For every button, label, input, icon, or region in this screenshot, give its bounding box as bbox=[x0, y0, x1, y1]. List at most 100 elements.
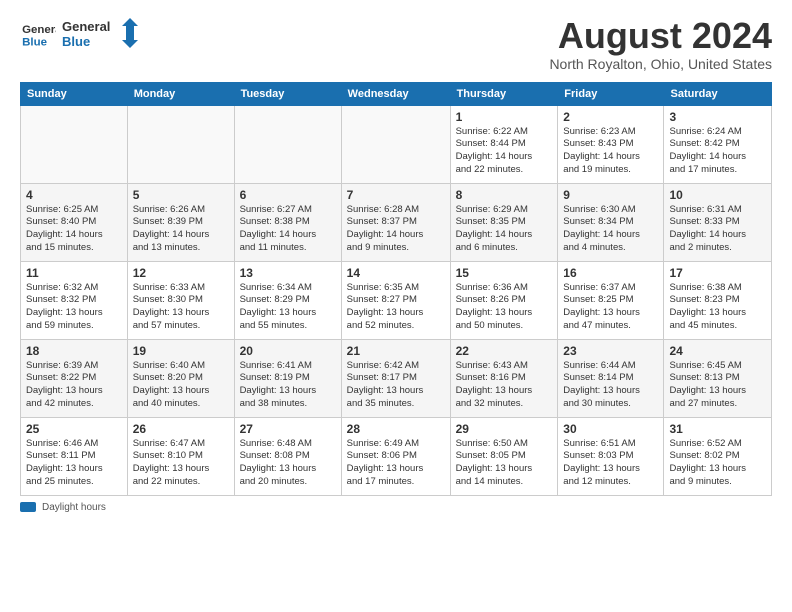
day-number: 24 bbox=[669, 344, 766, 358]
calendar-header: SundayMondayTuesdayWednesdayThursdayFrid… bbox=[21, 82, 772, 105]
calendar-cell: 11Sunrise: 6:32 AM Sunset: 8:32 PM Dayli… bbox=[21, 261, 128, 339]
calendar-cell: 19 Sunrise: 6:40 AM Sunset: 8:20 PM Dayli… bbox=[127, 339, 234, 417]
calendar-cell: 17 Sunrise: 6:38 AM Sunset: 8:23 PM Dayli… bbox=[664, 261, 772, 339]
day-info: Sunrise: 6:46 AM Sunset: 8:11 PM Dayligh… bbox=[26, 438, 122, 489]
week-row-5: 25 Sunrise: 6:46 AM Sunset: 8:11 PM Dayli… bbox=[21, 417, 772, 495]
day-info: Sunrise: 6:38 AM Sunset: 8:23 PM Dayligh… bbox=[669, 282, 766, 333]
general-blue-logo: General Blue bbox=[62, 16, 142, 52]
day-info: Sunrise: 6:52 AM Sunset: 8:02 PM Dayligh… bbox=[669, 438, 766, 489]
day-info: Sunrise: 6:34 AM Sunset: 8:29 PM Dayligh… bbox=[240, 282, 336, 333]
title-section: August 2024 North Royalton, Ohio, United… bbox=[549, 16, 772, 72]
calendar-cell: 20Sunrise: 6:41 AM Sunset: 8:19 PM Dayli… bbox=[234, 339, 341, 417]
day-number: 11 bbox=[26, 266, 122, 280]
day-number: 6 bbox=[240, 188, 336, 202]
day-number: 23 bbox=[563, 344, 658, 358]
day-number: 31 bbox=[669, 422, 766, 436]
calendar-cell bbox=[234, 105, 341, 183]
calendar-cell bbox=[341, 105, 450, 183]
day-number: 8 bbox=[456, 188, 553, 202]
day-number: 4 bbox=[26, 188, 122, 202]
calendar-cell: 1 Sunrise: 6:22 AM Sunset: 8:44 PM Daylig… bbox=[450, 105, 558, 183]
calendar-cell: 10 Sunrise: 6:31 AM Sunset: 8:33 PM Dayli… bbox=[664, 183, 772, 261]
calendar-cell: 14Sunrise: 6:35 AM Sunset: 8:27 PM Dayli… bbox=[341, 261, 450, 339]
svg-text:Blue: Blue bbox=[62, 34, 90, 49]
day-info: Sunrise: 6:42 AM Sunset: 8:17 PM Dayligh… bbox=[347, 360, 445, 411]
day-number: 9 bbox=[563, 188, 658, 202]
day-info: Sunrise: 6:40 AM Sunset: 8:20 PM Dayligh… bbox=[133, 360, 229, 411]
day-number: 14 bbox=[347, 266, 445, 280]
day-info: Sunrise: 6:39 AM Sunset: 8:22 PM Dayligh… bbox=[26, 360, 122, 411]
day-number: 19 bbox=[133, 344, 229, 358]
day-header-friday: Friday bbox=[558, 82, 664, 105]
calendar-cell: 7Sunrise: 6:28 AM Sunset: 8:37 PM Daylig… bbox=[341, 183, 450, 261]
calendar-cell: 24 Sunrise: 6:45 AM Sunset: 8:13 PM Dayli… bbox=[664, 339, 772, 417]
location: North Royalton, Ohio, United States bbox=[549, 56, 772, 72]
week-row-3: 11Sunrise: 6:32 AM Sunset: 8:32 PM Dayli… bbox=[21, 261, 772, 339]
calendar-cell: 4 Sunrise: 6:25 AM Sunset: 8:40 PM Daylig… bbox=[21, 183, 128, 261]
day-info: Sunrise: 6:50 AM Sunset: 8:05 PM Dayligh… bbox=[456, 438, 553, 489]
week-row-2: 4 Sunrise: 6:25 AM Sunset: 8:40 PM Daylig… bbox=[21, 183, 772, 261]
day-number: 25 bbox=[26, 422, 122, 436]
logo: General Blue General Blue bbox=[20, 16, 142, 52]
day-number: 16 bbox=[563, 266, 658, 280]
day-number: 27 bbox=[240, 422, 336, 436]
day-number: 13 bbox=[240, 266, 336, 280]
day-info: Sunrise: 6:22 AM Sunset: 8:44 PM Dayligh… bbox=[456, 126, 553, 177]
logo-icon: General Blue bbox=[20, 19, 56, 49]
day-number: 17 bbox=[669, 266, 766, 280]
day-info: Sunrise: 6:51 AM Sunset: 8:03 PM Dayligh… bbox=[563, 438, 658, 489]
calendar-cell: 30 Sunrise: 6:51 AM Sunset: 8:03 PM Dayli… bbox=[558, 417, 664, 495]
day-info: Sunrise: 6:25 AM Sunset: 8:40 PM Dayligh… bbox=[26, 204, 122, 255]
day-number: 18 bbox=[26, 344, 122, 358]
svg-text:General: General bbox=[22, 24, 56, 36]
day-header-tuesday: Tuesday bbox=[234, 82, 341, 105]
calendar-cell: 21 Sunrise: 6:42 AM Sunset: 8:17 PM Dayli… bbox=[341, 339, 450, 417]
day-info: Sunrise: 6:47 AM Sunset: 8:10 PM Dayligh… bbox=[133, 438, 229, 489]
calendar-cell: 5 Sunrise: 6:26 AM Sunset: 8:39 PM Daylig… bbox=[127, 183, 234, 261]
legend-color-box bbox=[20, 502, 36, 512]
day-header-wednesday: Wednesday bbox=[341, 82, 450, 105]
day-info: Sunrise: 6:49 AM Sunset: 8:06 PM Dayligh… bbox=[347, 438, 445, 489]
legend-label: Daylight hours bbox=[42, 502, 106, 513]
calendar-cell: 15 Sunrise: 6:36 AM Sunset: 8:26 PM Dayli… bbox=[450, 261, 558, 339]
day-info: Sunrise: 6:48 AM Sunset: 8:08 PM Dayligh… bbox=[240, 438, 336, 489]
calendar-cell: 25 Sunrise: 6:46 AM Sunset: 8:11 PM Dayli… bbox=[21, 417, 128, 495]
calendar-cell: 6 Sunrise: 6:27 AM Sunset: 8:38 PM Daylig… bbox=[234, 183, 341, 261]
day-info: Sunrise: 6:27 AM Sunset: 8:38 PM Dayligh… bbox=[240, 204, 336, 255]
day-info: Sunrise: 6:31 AM Sunset: 8:33 PM Dayligh… bbox=[669, 204, 766, 255]
day-number: 3 bbox=[669, 110, 766, 124]
week-row-4: 18 Sunrise: 6:39 AM Sunset: 8:22 PM Dayli… bbox=[21, 339, 772, 417]
day-info: Sunrise: 6:29 AM Sunset: 8:35 PM Dayligh… bbox=[456, 204, 553, 255]
day-header-saturday: Saturday bbox=[664, 82, 772, 105]
day-info: Sunrise: 6:45 AM Sunset: 8:13 PM Dayligh… bbox=[669, 360, 766, 411]
calendar-cell: 31 Sunrise: 6:52 AM Sunset: 8:02 PM Dayli… bbox=[664, 417, 772, 495]
calendar-cell: 28Sunrise: 6:49 AM Sunset: 8:06 PM Dayli… bbox=[341, 417, 450, 495]
day-number: 15 bbox=[456, 266, 553, 280]
day-info: Sunrise: 6:37 AM Sunset: 8:25 PM Dayligh… bbox=[563, 282, 658, 333]
day-number: 30 bbox=[563, 422, 658, 436]
day-number: 7 bbox=[347, 188, 445, 202]
header-row: SundayMondayTuesdayWednesdayThursdayFrid… bbox=[21, 82, 772, 105]
calendar-cell: 22Sunrise: 6:43 AM Sunset: 8:16 PM Dayli… bbox=[450, 339, 558, 417]
day-number: 22 bbox=[456, 344, 553, 358]
day-number: 10 bbox=[669, 188, 766, 202]
day-number: 20 bbox=[240, 344, 336, 358]
calendar-cell: 23 Sunrise: 6:44 AM Sunset: 8:14 PM Dayli… bbox=[558, 339, 664, 417]
day-number: 2 bbox=[563, 110, 658, 124]
calendar-cell: 27 Sunrise: 6:48 AM Sunset: 8:08 PM Dayli… bbox=[234, 417, 341, 495]
day-number: 1 bbox=[456, 110, 553, 124]
calendar-cell: 9 Sunrise: 6:30 AM Sunset: 8:34 PM Daylig… bbox=[558, 183, 664, 261]
calendar-cell: 8 Sunrise: 6:29 AM Sunset: 8:35 PM Daylig… bbox=[450, 183, 558, 261]
day-number: 21 bbox=[347, 344, 445, 358]
day-info: Sunrise: 6:36 AM Sunset: 8:26 PM Dayligh… bbox=[456, 282, 553, 333]
day-info: Sunrise: 6:30 AM Sunset: 8:34 PM Dayligh… bbox=[563, 204, 658, 255]
calendar-cell: 16 Sunrise: 6:37 AM Sunset: 8:25 PM Dayli… bbox=[558, 261, 664, 339]
day-info: Sunrise: 6:26 AM Sunset: 8:39 PM Dayligh… bbox=[133, 204, 229, 255]
svg-text:Blue: Blue bbox=[22, 36, 47, 48]
day-info: Sunrise: 6:44 AM Sunset: 8:14 PM Dayligh… bbox=[563, 360, 658, 411]
page-container: General Blue General Blue August 2024 No… bbox=[0, 0, 792, 523]
day-info: Sunrise: 6:24 AM Sunset: 8:42 PM Dayligh… bbox=[669, 126, 766, 177]
day-number: 5 bbox=[133, 188, 229, 202]
svg-text:General: General bbox=[62, 19, 110, 34]
day-info: Sunrise: 6:23 AM Sunset: 8:43 PM Dayligh… bbox=[563, 126, 658, 177]
